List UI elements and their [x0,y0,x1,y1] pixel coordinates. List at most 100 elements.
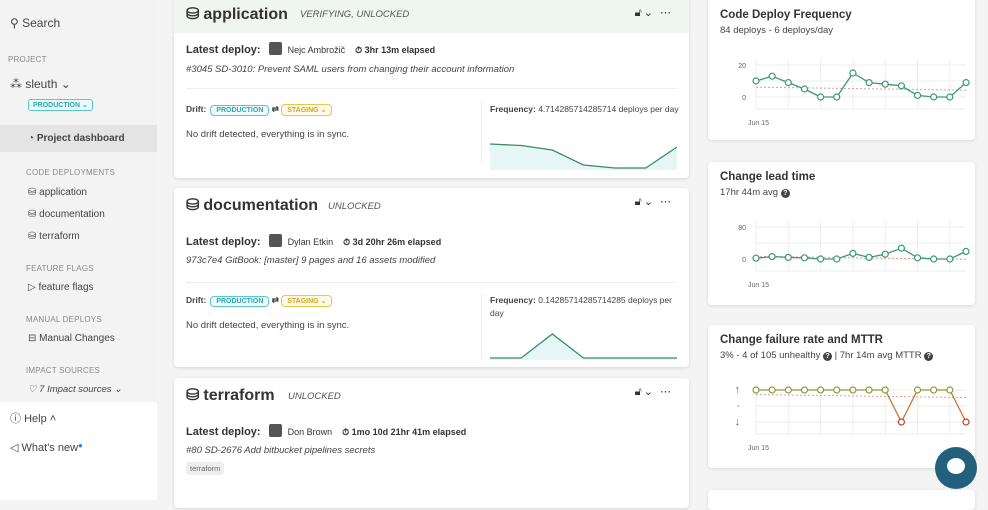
author[interactable]: Don Brown [288,427,333,437]
data-point [785,80,791,86]
data-point [882,81,888,87]
frequency-sparkline [490,330,677,360]
help-icon[interactable]: ? [781,189,790,198]
trend-line [756,87,966,90]
data-point [898,419,904,425]
drift-status: No drift detected, everything is in sync… [186,320,349,331]
deployment-title[interactable]: ⛁application [186,4,288,24]
data-point [801,387,807,393]
sidebar-item-feature-flags[interactable]: ▷ feature flags [28,282,94,293]
help-icon[interactable]: ? [823,352,832,361]
heart-icon: ♡ [28,384,39,395]
metric-card-deploy-frequency: Code Deploy Frequency 84 deploys - 6 dep… [708,0,975,140]
data-point [947,387,953,393]
drift-row: Drift:PRODUCTION ⇄ STAGING ⌄ [186,104,332,116]
drift-status: No drift detected, everything is in sync… [186,129,349,140]
metric-card-failure-rate: Change failure rate and MTTR 3% - 4 of 1… [708,325,975,468]
sparkline-area [490,334,677,360]
data-point [963,419,969,425]
deployment-card-application: ⛁application VERIFYING, UNLOCKED 🔓︎⌄ ⋯ L… [174,0,689,178]
search-button[interactable]: ⚲ Search [10,16,60,30]
deploy-message[interactable]: 973c7e4 GitBook: [master] 9 pages and 16… [186,255,435,266]
series-segment [837,73,853,97]
impact-sources-label: IMPACT SOURCES [26,366,100,375]
deployment-status: UNLOCKED [328,201,381,212]
card-actions[interactable]: 🔓︎⌄ ⋯ [635,385,673,399]
x-tick-label: Jun 15 [748,282,769,289]
divider [481,100,482,164]
swap-icon: ⇄ [272,295,279,305]
whats-new-button[interactable]: ◁ What's new● [10,441,83,454]
cubes-icon: ⛁ [186,6,199,23]
data-point [850,387,856,393]
lock-icon[interactable]: 🔓︎ [635,7,644,19]
sidebar-item-documentation[interactable]: ⛁ documentation [28,209,105,220]
y-tick-label: 0 [742,257,746,264]
dashboard-text: Project dashboard [37,133,125,144]
item-label: application [39,187,87,198]
item-label: feature flags [38,282,93,293]
sidebar-item-application[interactable]: ⛁ application [28,187,87,198]
latest-deploy: Latest deploy: Dylan Etkin ⏱ 3d 20hr 26m e… [186,234,441,248]
impact-sources-toggle[interactable]: ♡ 7 Impact sources ⌄ [28,384,122,395]
metric-title[interactable]: Change failure rate and MTTR [720,334,883,346]
metric-title[interactable]: Code Deploy Frequency [720,9,852,21]
production-badge: PRODUCTION [210,296,269,307]
data-point [850,70,856,76]
project-icon: ⁂ [10,77,25,91]
author[interactable]: Dylan Etkin [288,237,334,247]
data-point [947,94,953,100]
lock-icon[interactable]: 🔓︎ [635,386,644,398]
card-actions[interactable]: 🔓︎⌄ ⋯ [635,6,673,20]
elapsed: 3d 20hr 26m elapsed [353,237,442,247]
divider [186,282,677,283]
metric-title[interactable]: Change lead time [720,171,815,183]
project-selector[interactable]: ⁂ sleuth ⌄ [10,77,71,91]
deploy-message[interactable]: #80 SD-2676 Add bitbucket pipelines secr… [186,445,375,456]
latest-label: Latest deploy: [186,236,261,248]
timer-icon: ⏱ [343,237,353,247]
project-section-label: PROJECT [8,55,47,64]
deployment-title[interactable]: ⛁terraform [186,385,275,405]
chat-button[interactable] [935,447,977,489]
item-label: terraform [39,231,80,242]
data-point [818,94,824,100]
lock-icon[interactable]: 🔓︎ [635,196,644,208]
x-tick-label: Jun 15 [748,445,769,452]
whats-new-label: What's new [22,442,79,454]
frequency: Frequency: 4.714285714285714 deploys per… [490,103,680,116]
project-tag: terraform [186,462,224,475]
sidebar-item-manual-changes[interactable]: ⊟ Manual Changes [28,333,115,344]
frequency-sparkline [490,140,677,170]
help-label: Help [24,413,47,425]
help-icon[interactable]: ? [924,352,933,361]
data-point [963,80,969,86]
drift-row: Drift:PRODUCTION ⇄ STAGING ⌄ [186,295,332,307]
sidebar-item-terraform[interactable]: ⛁ terraform [28,231,80,242]
staging-selector[interactable]: STAGING ⌄ [281,104,332,116]
staging-selector[interactable]: STAGING ⌄ [281,295,332,307]
y-tick-label: 0 [742,95,746,102]
environment-selector[interactable]: PRODUCTION ⌄ [28,99,93,111]
divider [481,294,482,358]
metric-subtitle: 17hr 44m avg ? [720,187,790,198]
divider [186,88,677,89]
latest-label: Latest deploy: [186,44,261,56]
deploy-frequency-chart: 200Jun 15 [716,55,971,135]
data-point [931,94,937,100]
env-label: PRODUCTION [33,102,80,109]
avatar [269,234,282,247]
data-point [947,256,953,262]
card-header: ⛁documentation UNLOCKED 🔓︎⌄ ⋯ [174,188,689,221]
data-point [834,387,840,393]
card-actions[interactable]: 🔓︎⌄ ⋯ [635,195,673,209]
sparkline-line [490,334,677,358]
megaphone-icon: ◁ [10,442,22,454]
deploy-message[interactable]: #3045 SD-3010: Prevent SAML users from c… [186,64,514,75]
author[interactable]: Nejc Ambrožič [288,45,346,55]
dashboard-label: ◔ Project dashboard [28,133,125,144]
metric-card-lead-time: Change lead time 17hr 44m avg ? 800Jun 1… [708,162,975,305]
data-point [850,250,856,256]
help-button[interactable]: ⓘ Help ˄ [10,410,56,426]
deployment-title[interactable]: ⛁documentation [186,195,318,215]
